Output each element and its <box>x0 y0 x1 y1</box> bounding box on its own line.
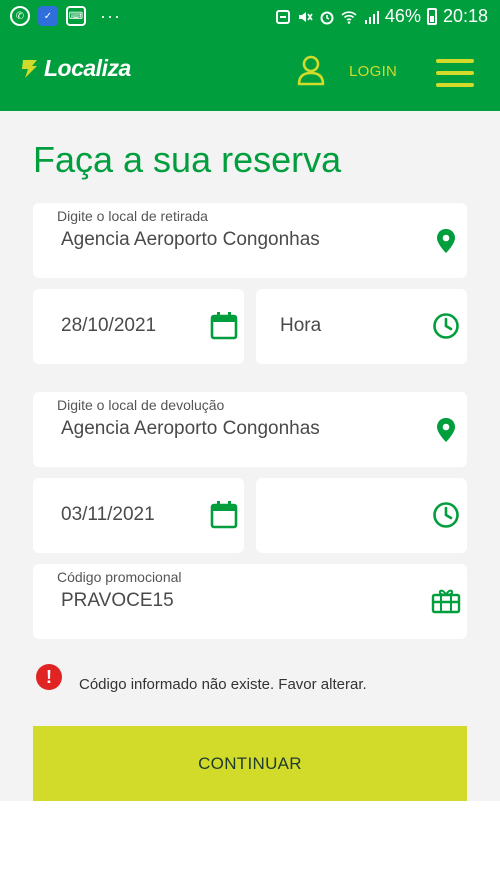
promo-code-value[interactable]: PRAVOCE15 <box>61 590 174 612</box>
reservation-form: Faça a sua reserva Digite o local de ret… <box>0 111 500 801</box>
clock-icon[interactable] <box>431 500 461 530</box>
calendar-icon[interactable] <box>209 500 239 530</box>
logo-text: Localiza <box>44 55 131 81</box>
blank-area <box>0 801 500 889</box>
battery-percentage: 46% <box>384 6 421 26</box>
clock-time: 20:18 <box>442 6 488 26</box>
user-icon[interactable] <box>296 54 326 86</box>
promo-code-label: Código promocional <box>57 569 182 585</box>
pickup-location-label: Digite o local de retirada <box>57 208 208 224</box>
keyboard-app-icon: ⌨ <box>66 6 86 26</box>
whatsapp-icon: ✆ <box>10 6 30 26</box>
return-time-field[interactable] <box>256 478 467 553</box>
calendar-icon[interactable] <box>209 311 239 341</box>
pickup-location-value[interactable]: Agencia Aeroporto Congonhas <box>61 229 320 251</box>
location-pin-icon[interactable] <box>431 226 461 256</box>
pickup-time-field[interactable]: Hora <box>256 289 467 364</box>
shield-app-icon: ✓ <box>38 6 58 26</box>
app-header: Localiza LOGIN <box>0 34 500 111</box>
return-date-field[interactable]: 03/11/2021 <box>33 478 244 553</box>
page-title: Faça a sua reserva <box>33 139 342 180</box>
gift-card-icon[interactable] <box>431 586 461 616</box>
localiza-logo[interactable]: Localiza <box>20 55 131 82</box>
hamburger-menu-icon[interactable] <box>436 59 474 87</box>
battery-icon <box>426 8 437 25</box>
error-message: Código informado não existe. Favor alter… <box>79 676 367 693</box>
mute-icon <box>298 11 313 22</box>
return-date-value[interactable]: 03/11/2021 <box>61 504 155 526</box>
more-notifications-icon: ··· <box>100 6 121 26</box>
pickup-time-placeholder[interactable]: Hora <box>280 315 321 337</box>
return-location-label: Digite o local de devolução <box>57 397 225 413</box>
alarm-icon <box>320 11 334 24</box>
continue-button[interactable]: CONTINUAR <box>33 726 467 801</box>
pickup-date-value[interactable]: 28/10/2021 <box>61 315 156 337</box>
return-location-value[interactable]: Agencia Aeroporto Congonhas <box>61 418 320 440</box>
location-pin-icon[interactable] <box>431 415 461 445</box>
return-location-field[interactable]: Digite o local de devolução Agencia Aero… <box>33 392 467 467</box>
promo-code-field[interactable]: Código promocional PRAVOCE15 <box>33 564 467 639</box>
signal-icon <box>364 10 379 24</box>
login-button[interactable]: LOGIN <box>349 63 397 80</box>
error-icon: ! <box>36 664 62 690</box>
pickup-date-field[interactable]: 28/10/2021 <box>33 289 244 364</box>
logo-mark-icon <box>22 59 37 78</box>
promo-error: ! Código informado não existe. Favor alt… <box>36 664 466 694</box>
sync-icon <box>275 9 290 24</box>
wifi-icon <box>341 10 357 24</box>
status-bar: ✆ ✓ ⌨ ··· 46% 20:18 <box>0 0 500 34</box>
system-status: 46% 20:18 <box>275 6 488 27</box>
notification-icons: ✆ ✓ ⌨ ··· <box>10 6 121 26</box>
pickup-location-field[interactable]: Digite o local de retirada Agencia Aerop… <box>33 203 467 278</box>
clock-icon[interactable] <box>431 311 461 341</box>
